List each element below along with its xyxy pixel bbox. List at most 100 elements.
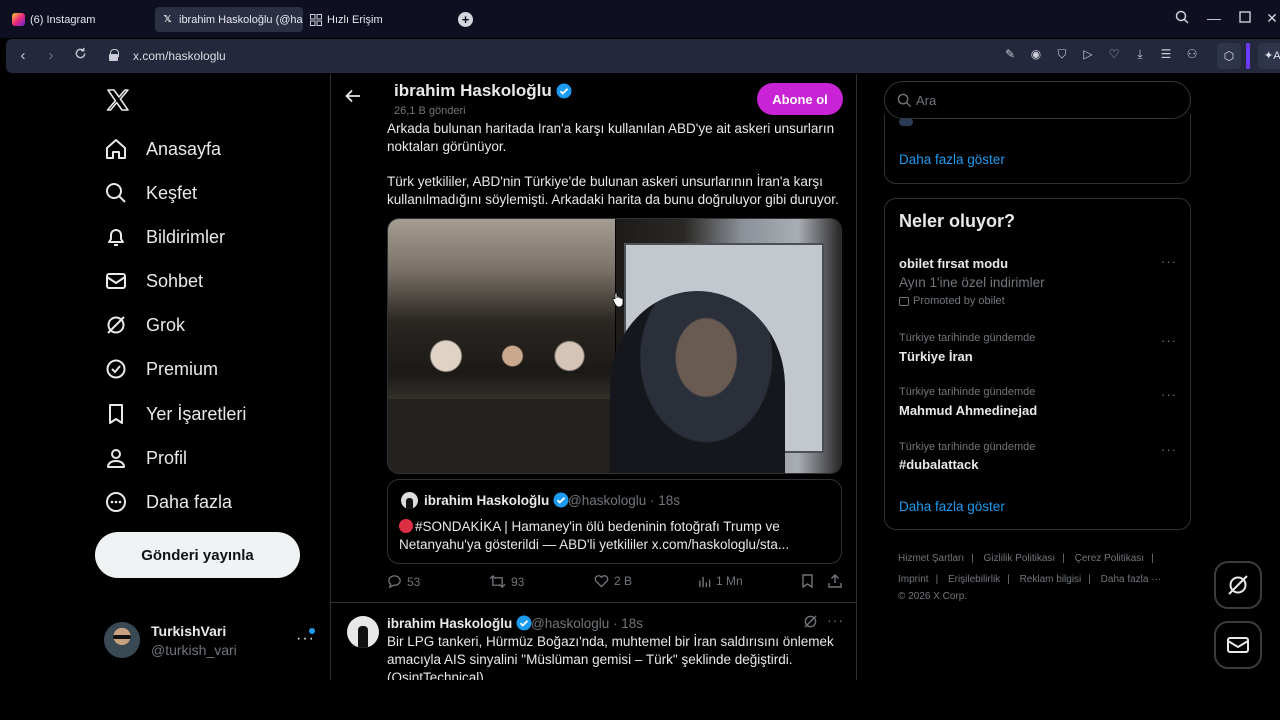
- bell-icon: [104, 225, 128, 249]
- nav-notifications[interactable]: Bildirimler: [104, 220, 225, 254]
- messages-fab-button[interactable]: [1214, 621, 1262, 669]
- more-dots-icon[interactable]: ···: [1161, 387, 1177, 402]
- tab-label: (6) Instagram: [30, 13, 96, 26]
- extension-button[interactable]: ✦A: [1258, 43, 1280, 69]
- bottom-bar: [0, 680, 1280, 720]
- address-bar: ‹ › x.com/haskologlu ✎ ◉ ⛉ ▷ ♡ ⤓ ☰ ⚇ ⬡ ✦…: [6, 39, 1280, 73]
- quote-author[interactable]: ibrahim Haskoloğlu: [424, 492, 569, 508]
- share-button[interactable]: [828, 574, 847, 588]
- footer-link[interactable]: Hizmet Şartları: [898, 553, 964, 564]
- notification-dot: [309, 628, 315, 634]
- new-tab-button[interactable]: +: [458, 12, 473, 27]
- bookmark-button[interactable]: [801, 574, 819, 588]
- minimize-button[interactable]: —: [1204, 10, 1224, 26]
- more-circle-icon: [104, 490, 128, 514]
- nav-profile[interactable]: Profil: [104, 441, 187, 475]
- promoted-icon: [899, 296, 909, 306]
- back-nav-icon[interactable]: ‹: [14, 47, 32, 64]
- reload-icon[interactable]: [71, 47, 89, 64]
- nav-label: Yer İşaretleri: [146, 403, 247, 424]
- promoted-title[interactable]: obilet fırsat modu: [899, 256, 1008, 271]
- tab-quick-access[interactable]: Hızlı Erişim: [303, 7, 453, 32]
- more-dots-icon[interactable]: ···: [827, 612, 844, 628]
- lock-icon: [109, 49, 119, 61]
- search-tabs-icon[interactable]: [1172, 10, 1192, 27]
- maximize-button[interactable]: [1235, 10, 1255, 26]
- nav-explore[interactable]: Keşfet: [104, 176, 197, 210]
- forward-nav-icon[interactable]: ›: [42, 47, 60, 64]
- tweet-text: Bir LPG tankeri, Hürmüz Boğazı'nda, muht…: [387, 634, 834, 680]
- profile-icon[interactable]: ⚇: [1184, 47, 1200, 61]
- menu-icon[interactable]: ☰: [1158, 47, 1174, 61]
- quoted-tweet[interactable]: ibrahim Haskoloğlu @haskologlu · 18s #SO…: [387, 479, 842, 564]
- footer-link[interactable]: Reklam bilgisi: [1020, 574, 1082, 585]
- nav-bookmarks[interactable]: Yer İşaretleri: [104, 397, 246, 431]
- search-input[interactable]: [916, 90, 1176, 110]
- tweet-text-2: Türk yetkililer, ABD'nin Türkiye'de bulu…: [387, 174, 839, 207]
- nav-premium[interactable]: Premium: [104, 352, 218, 386]
- close-window-button[interactable]: ✕: [1262, 10, 1280, 27]
- post-button[interactable]: Gönderi yayınla: [95, 532, 300, 578]
- footer-link[interactable]: Imprint: [898, 574, 929, 585]
- x-logo-icon[interactable]: [106, 88, 130, 112]
- nav-chat[interactable]: Sohbet: [104, 264, 203, 298]
- nav-home[interactable]: Anasayfa: [104, 132, 221, 166]
- tab-label: Hızlı Erişim: [327, 13, 383, 26]
- home-icon: [104, 137, 128, 161]
- show-more-link[interactable]: Daha fazla göster: [899, 152, 1005, 167]
- more-dots-icon[interactable]: ···: [1161, 254, 1177, 269]
- tweet-actions: 53 93 2 B 1 Mn: [387, 574, 847, 594]
- footer-link[interactable]: Çerez Politikası: [1075, 553, 1144, 564]
- grok-fab-button[interactable]: [1214, 561, 1262, 609]
- search-icon: [104, 181, 128, 205]
- url-field[interactable]: x.com/haskologlu: [133, 49, 226, 63]
- edit-icon[interactable]: ✎: [1002, 47, 1018, 61]
- like-button[interactable]: 2 B: [594, 574, 632, 588]
- download-icon[interactable]: ⤓: [1132, 47, 1148, 62]
- bookmark-icon: [104, 402, 128, 426]
- trend-title[interactable]: Türkiye İran: [899, 349, 973, 364]
- post-count: 26,1 B gönderi: [394, 105, 466, 117]
- repost-button[interactable]: 93: [489, 574, 524, 589]
- photo-right[interactable]: [610, 219, 841, 473]
- tweet-media[interactable]: [387, 218, 842, 474]
- mail-icon: [104, 269, 128, 293]
- search-icon: [897, 93, 912, 108]
- verified-icon: [556, 83, 572, 99]
- shield-icon[interactable]: ⛉: [1054, 47, 1070, 62]
- heart-icon[interactable]: ♡: [1106, 47, 1122, 61]
- tweet-text-1: Arkada bulunan haritada İran'a karşı kul…: [387, 121, 835, 154]
- avatar[interactable]: [347, 616, 379, 648]
- back-arrow-icon[interactable]: [345, 88, 361, 109]
- tab-x-profile[interactable]: 𝕏 ibrahim Haskoloğlu (@has: [155, 7, 303, 32]
- more-dots-icon[interactable]: ···: [1161, 333, 1177, 348]
- views-icon: [699, 576, 711, 587]
- photo-left[interactable]: [388, 219, 615, 473]
- trend-title[interactable]: Mahmud Ahmedinejad: [899, 403, 1037, 418]
- footer-link[interactable]: Daha fazla ···: [1101, 574, 1162, 585]
- account-switcher[interactable]: TurkishVari @turkish_vari ···: [104, 620, 324, 664]
- tweet-author[interactable]: ibrahim Haskoloğlu: [387, 615, 532, 631]
- subscribe-button[interactable]: Abone ol: [757, 83, 843, 115]
- nav-label: Daha fazla: [146, 491, 233, 512]
- camera-icon[interactable]: ◉: [1028, 47, 1044, 61]
- more-dots-icon[interactable]: ···: [1161, 442, 1177, 457]
- trend-title[interactable]: #dubalattack: [899, 457, 978, 472]
- show-more-link[interactable]: Daha fazla göster: [899, 499, 1005, 514]
- cube-icon[interactable]: ⬡: [1217, 43, 1241, 69]
- views-button[interactable]: 1 Mn: [698, 574, 743, 588]
- reply-button[interactable]: 53: [387, 574, 420, 589]
- nav-grok[interactable]: Grok: [104, 308, 185, 342]
- promoted-desc: Ayın 1'ine özel indirimler: [899, 275, 1045, 290]
- avatar: [104, 622, 140, 658]
- grok-icon[interactable]: [803, 614, 819, 630]
- play-icon[interactable]: ▷: [1080, 47, 1096, 61]
- search-bar[interactable]: [884, 81, 1191, 119]
- footer-links: Hizmet Şartları | Gizlilik Politikası | Çe…: [898, 553, 1162, 602]
- nav-more[interactable]: Daha fazla: [104, 485, 232, 519]
- footer-link[interactable]: Gizlilik Politikası: [984, 553, 1056, 564]
- tab-instagram[interactable]: (6) Instagram: [6, 7, 152, 32]
- footer-link[interactable]: Erişilebilirlik: [948, 574, 1000, 585]
- trends-title: Neler oluyor?: [899, 211, 1016, 231]
- verified-icon: [516, 615, 532, 631]
